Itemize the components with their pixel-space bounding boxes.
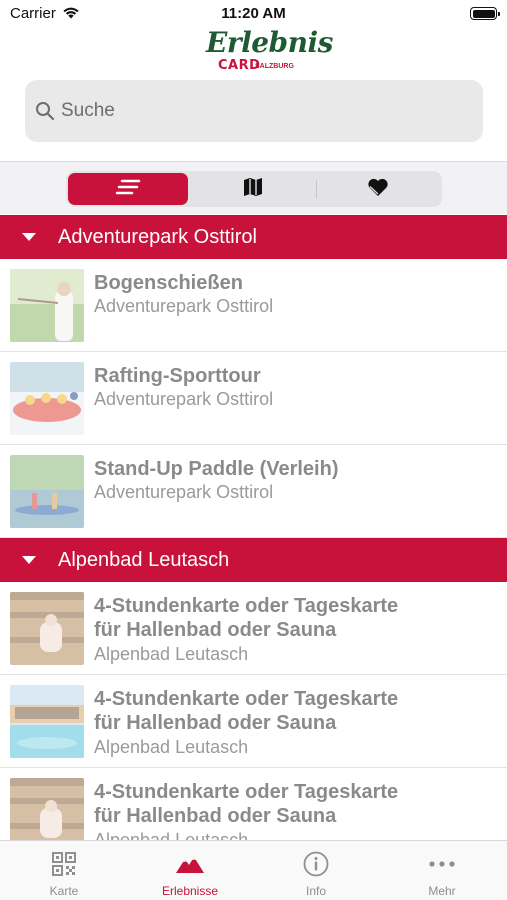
- list-item[interactable]: 4-Stundenkarte oder Tageskarte für Halle…: [0, 582, 507, 675]
- item-subtitle: Adventurepark Osttirol: [94, 296, 274, 316]
- section-title: Alpenbad Leutasch: [58, 549, 230, 571]
- list-item[interactable]: 4-Stundenkarte oder Tageskarte für Halle…: [0, 675, 507, 768]
- view-switcher: [66, 171, 442, 207]
- view-switcher-bar: [0, 161, 507, 214]
- disclosure-triangle-icon: [22, 233, 36, 241]
- search-input[interactable]: [61, 98, 461, 124]
- battery-icon: [470, 7, 500, 20]
- section-title: Adventurepark Osttirol: [58, 226, 257, 248]
- qr-code-icon: [1, 851, 127, 877]
- item-subtitle: Alpenbad Leutasch: [94, 644, 249, 664]
- item-title-line-2: für Hallenbad oder Sauna: [94, 712, 337, 734]
- sauna-thumbnail: [10, 592, 84, 665]
- map-icon: [243, 177, 263, 202]
- clock-time: 11:20 AM: [221, 5, 286, 22]
- info-icon: [253, 851, 379, 877]
- item-subtitle: Adventurepark Osttirol: [94, 389, 274, 409]
- tab-info[interactable]: Info: [253, 841, 379, 900]
- item-title-line-2: für Hallenbad oder Sauna: [94, 619, 337, 641]
- search-bar[interactable]: [25, 80, 483, 142]
- mountain-icon: [127, 851, 253, 877]
- search-icon: [35, 101, 55, 126]
- item-title: Rafting-Sporttour: [94, 365, 261, 387]
- tab-label: Info: [305, 884, 326, 898]
- rafting-thumbnail: [10, 362, 84, 435]
- item-title-line-2: für Hallenbad oder Sauna: [94, 805, 337, 827]
- item-title: Bogenschießen: [94, 272, 243, 294]
- item-title-line-1: 4-Stundenkarte oder Tageskarte: [94, 688, 399, 710]
- tab-label: Mehr: [428, 884, 456, 898]
- item-subtitle: Alpenbad Leutasch: [94, 737, 249, 757]
- archery-thumbnail: [10, 269, 84, 342]
- section-header-alpenbad[interactable]: Alpenbad Leutasch: [0, 538, 507, 582]
- tab-erlebnisse[interactable]: Erlebnisse: [127, 841, 253, 900]
- tab-mehr[interactable]: Mehr: [379, 841, 505, 900]
- more-dots-icon: [379, 851, 505, 877]
- list-item[interactable]: Bogenschießen Adventurepark Osttirol: [0, 259, 507, 352]
- favorites-view-button[interactable]: [318, 173, 438, 205]
- item-title: Stand-Up Paddle (Verleih): [94, 458, 339, 480]
- item-subtitle: Adventurepark Osttirol: [94, 482, 274, 502]
- tab-bar: Karte Erlebnisse Info Mehr: [0, 840, 507, 900]
- heart-icon: [367, 177, 389, 202]
- section-header-adventurepark[interactable]: Adventurepark Osttirol: [0, 215, 507, 259]
- disclosure-triangle-icon: [22, 556, 36, 564]
- item-title-line-1: 4-Stundenkarte oder Tageskarte: [94, 595, 399, 617]
- list-item[interactable]: Stand-Up Paddle (Verleih) Adventurepark …: [0, 445, 507, 538]
- paddle-thumbnail: [10, 455, 84, 528]
- status-bar: Carrier 11:20 AM: [0, 0, 507, 28]
- pool-thumbnail: [10, 685, 84, 758]
- tab-label: Erlebnisse: [161, 884, 219, 898]
- list-view-button[interactable]: [68, 173, 188, 205]
- tab-label: Karte: [49, 884, 79, 898]
- erlebniscard-logo: Erlebnis CARD SALZBURG: [200, 26, 333, 80]
- tab-karte[interactable]: Karte: [1, 841, 127, 900]
- item-title-line-1: 4-Stundenkarte oder Tageskarte: [94, 781, 399, 803]
- logo-script-text: Erlebnis: [206, 26, 333, 59]
- logo-sub-text: SALZBURG: [255, 63, 294, 70]
- list-item[interactable]: Rafting-Sporttour Adventurepark Osttirol: [0, 352, 507, 445]
- map-view-button[interactable]: [193, 173, 313, 205]
- list-icon: [115, 179, 141, 200]
